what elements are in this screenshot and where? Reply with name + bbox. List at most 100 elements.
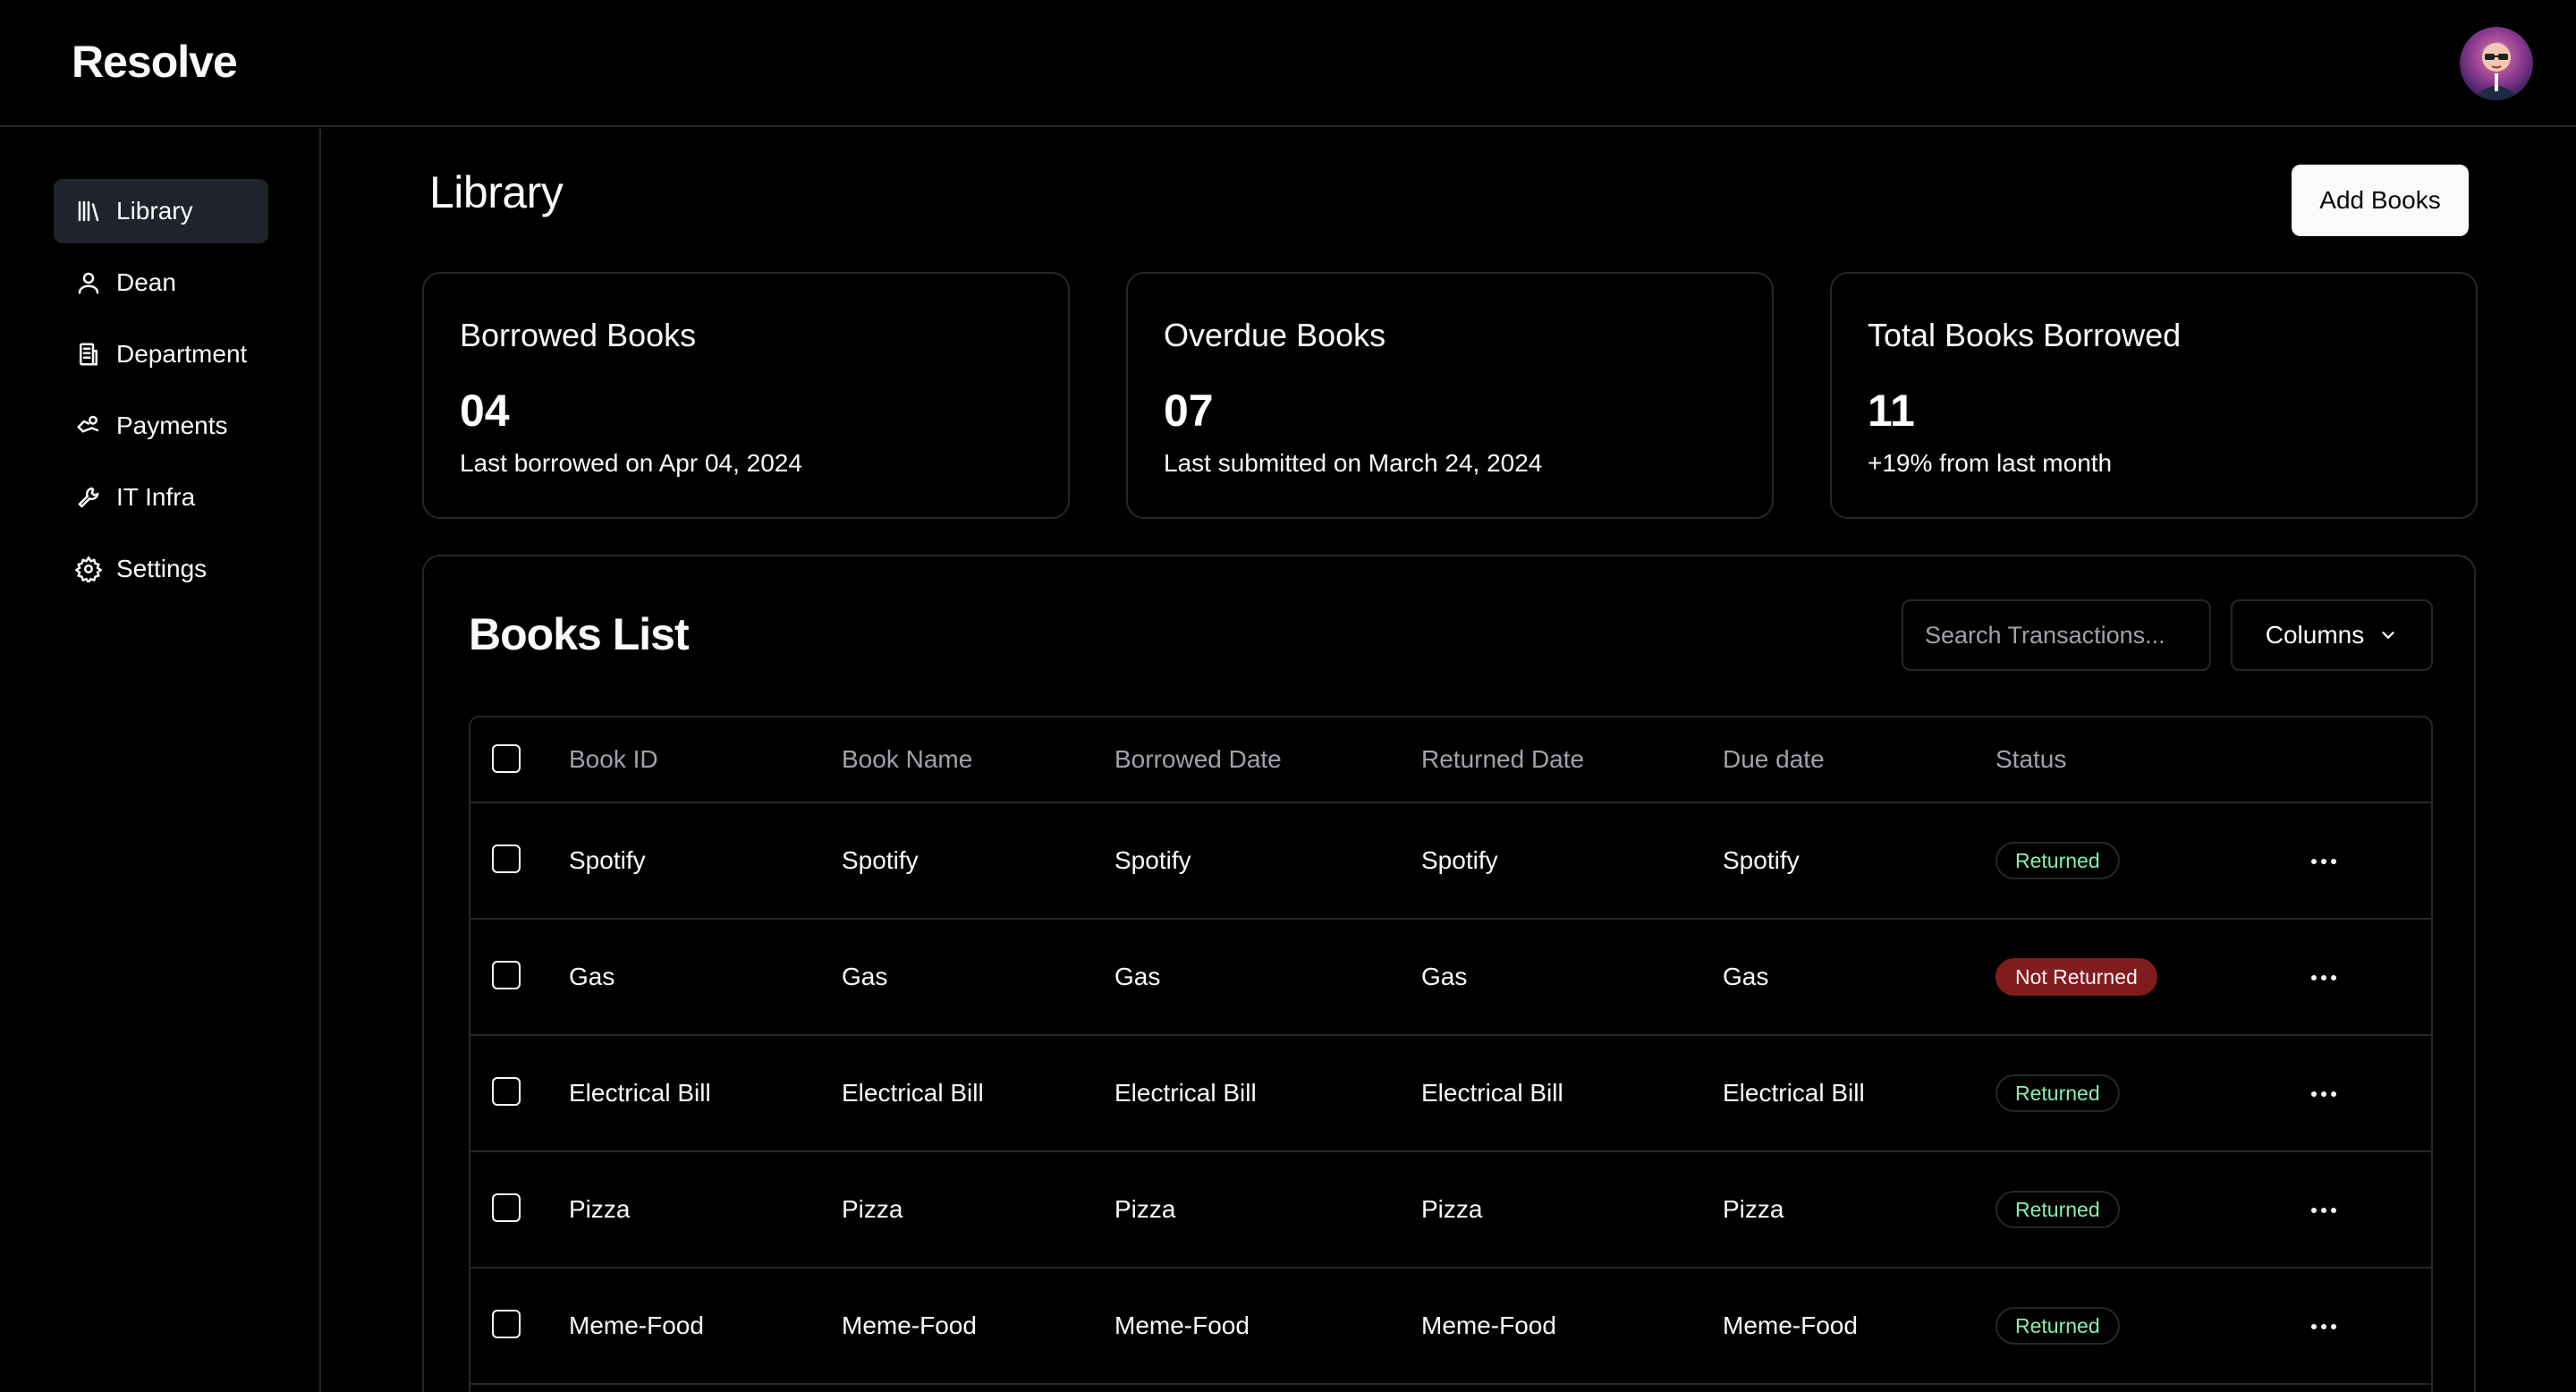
top-bar: Resolve (0, 0, 2576, 127)
cell-book-name: Spotify (842, 846, 919, 874)
cell-due-date: Pizza (1723, 1195, 1784, 1223)
cell-book-name: Pizza (842, 1195, 903, 1223)
sidebar-item-library[interactable]: Library (54, 179, 268, 243)
library-icon (75, 198, 102, 225)
sidebar-item-department[interactable]: Department (54, 322, 268, 386)
cell-book-name: Gas (842, 963, 888, 990)
cell-status: Returned (1996, 1269, 2120, 1383)
payments-icon (75, 412, 102, 439)
columns-dropdown-button[interactable]: Columns (2231, 599, 2433, 671)
cell-returned-date: Electrical Bill (1421, 1079, 1563, 1107)
row-actions-button[interactable] (2295, 1189, 2352, 1232)
sidebar-item-label: Department (116, 340, 248, 368)
column-header-borrowed-date[interactable]: Borrowed Date (1114, 717, 1282, 802)
cell-book-name: Electrical Bill (842, 1079, 984, 1107)
stat-title: Overdue Books (1164, 317, 1386, 353)
row-checkbox[interactable] (492, 961, 521, 989)
cell-status: Returned (1996, 1152, 2120, 1267)
sidebar-item-settings[interactable]: Settings (54, 537, 268, 601)
cell-due-date: Gas (1723, 963, 1769, 990)
columns-label: Columns (2265, 621, 2365, 649)
sidebar-item-payments[interactable]: Payments (54, 394, 268, 458)
row-checkbox[interactable] (492, 1193, 521, 1222)
cell-borrowed-date: Pizza (1114, 1195, 1176, 1223)
select-all-checkbox[interactable] (492, 744, 521, 773)
avatar-image (2460, 27, 2533, 100)
app-logo[interactable]: Resolve (72, 36, 238, 88)
sidebar-item-label: Payments (116, 412, 228, 439)
status-badge: Returned (1996, 1191, 2120, 1228)
stat-card-total: Total Books Borrowed 11 +19% from last m… (1830, 272, 2478, 519)
row-checkbox[interactable] (492, 1077, 521, 1106)
sidebar-item-it-infra[interactable]: IT Infra (54, 465, 268, 530)
building-icon (75, 341, 102, 368)
search-input[interactable] (1902, 599, 2211, 671)
cell-book-id: Spotify (569, 846, 646, 874)
cell-book-id: Pizza (569, 1195, 631, 1223)
cell-due-date: Meme-Food (1723, 1311, 1858, 1339)
cell-borrowed-date: Electrical Bill (1114, 1079, 1257, 1107)
status-badge: Not Returned (1996, 958, 2157, 996)
column-header-book-name[interactable]: Book Name (842, 717, 972, 802)
cell-borrowed-date: Spotify (1114, 846, 1191, 874)
cell-borrowed-date: Gas (1114, 963, 1161, 990)
column-header-status[interactable]: Status (1996, 717, 2066, 802)
stat-subtext: Last borrowed on Apr 04, 2024 (460, 449, 802, 477)
cell-due-date: Spotify (1723, 846, 1800, 874)
cell-book-id: Meme-Food (569, 1311, 704, 1339)
gear-icon (75, 556, 102, 582)
avatar[interactable] (2460, 27, 2533, 100)
stat-card-overdue: Overdue Books 07 Last submitted on March… (1126, 272, 1774, 519)
table-row: Meme-Food Meme-Food Meme-Food Meme-Food … (470, 1269, 2431, 1385)
stat-title: Total Books Borrowed (1868, 317, 2182, 353)
stat-value: 11 (1868, 386, 1915, 436)
books-list-title: Books List (469, 609, 690, 659)
row-actions-button[interactable] (2295, 840, 2352, 883)
stat-subtext: +19% from last month (1868, 449, 2113, 477)
books-table: Book ID Book Name Borrowed Date Returned… (469, 716, 2433, 1392)
stat-value: 07 (1164, 386, 1214, 436)
cell-status: Not Returned (1996, 920, 2157, 1034)
cell-book-name: Meme-Food (842, 1311, 977, 1339)
sidebar: Library Dean Department Payments IT Infr… (0, 129, 321, 1392)
cell-status: Returned (1996, 803, 2120, 918)
cell-borrowed-date: Meme-Food (1114, 1311, 1250, 1339)
cell-returned-date: Spotify (1421, 846, 1498, 874)
user-icon (75, 269, 102, 296)
row-checkbox[interactable] (492, 1310, 521, 1338)
table-row: Pizza Pizza Pizza Pizza Pizza Returned (470, 1152, 2431, 1269)
row-actions-button[interactable] (2295, 956, 2352, 999)
more-horizontal-icon (2311, 1324, 2336, 1329)
stat-subtext: Last submitted on March 24, 2024 (1164, 449, 1543, 477)
row-actions-button[interactable] (2295, 1073, 2352, 1116)
more-horizontal-icon (2311, 859, 2336, 864)
column-header-book-id[interactable]: Book ID (569, 717, 658, 802)
column-header-due-date[interactable]: Due date (1723, 717, 1825, 802)
add-books-button[interactable]: Add Books (2292, 165, 2469, 236)
sidebar-item-label: IT Infra (116, 483, 196, 511)
row-actions-button[interactable] (2295, 1305, 2352, 1348)
column-header-returned-date[interactable]: Returned Date (1421, 717, 1584, 802)
status-badge: Returned (1996, 1307, 2120, 1345)
chevron-down-icon (2382, 632, 2394, 640)
sidebar-item-label: Library (116, 197, 193, 225)
table-row: Gas Gas Gas Gas Gas Not Returned (470, 920, 2431, 1036)
sidebar-item-label: Dean (116, 268, 176, 296)
wrench-icon (75, 484, 102, 511)
books-list-panel: Books List Columns Book ID Book Name Bor… (422, 555, 2476, 1392)
sidebar-item-label: Settings (116, 555, 208, 582)
more-horizontal-icon (2311, 975, 2336, 980)
sidebar-item-dean[interactable]: Dean (54, 250, 268, 315)
table-row: Electrical Bill Electrical Bill Electric… (470, 1036, 2431, 1152)
table-row: Spotify Spotify Spotify Spotify Spotify … (470, 803, 2431, 920)
cell-book-id: Gas (569, 963, 615, 990)
cell-due-date: Electrical Bill (1723, 1079, 1865, 1107)
cell-returned-date: Pizza (1421, 1195, 1483, 1223)
status-badge: Returned (1996, 1074, 2120, 1112)
stat-value: 04 (460, 386, 510, 436)
status-badge: Returned (1996, 842, 2120, 879)
cell-returned-date: Meme-Food (1421, 1311, 1556, 1339)
row-checkbox[interactable] (492, 845, 521, 873)
cell-returned-date: Gas (1421, 963, 1468, 990)
app-root: Resolve Library Dean Department Payments… (0, 0, 2576, 1392)
